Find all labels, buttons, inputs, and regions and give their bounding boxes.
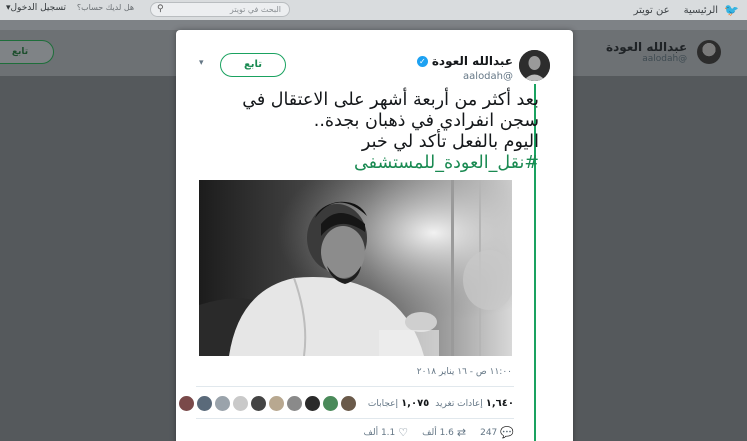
retweet-count: 1.6 ألف xyxy=(422,427,454,438)
retweets-stat[interactable]: ١,٦٤٠إعادات تغريد xyxy=(435,398,514,409)
liker-avatar[interactable] xyxy=(322,395,338,411)
background-avatar[interactable] xyxy=(697,40,721,64)
background-follow-button[interactable]: تابع xyxy=(0,40,54,64)
liker-avatar[interactable] xyxy=(232,395,248,411)
liker-avatar[interactable] xyxy=(214,395,230,411)
author-name[interactable]: عبدالله العودة xyxy=(432,54,513,68)
twitter-bird-icon[interactable]: 🐦 xyxy=(724,3,739,17)
divider xyxy=(196,386,514,387)
liker-avatar[interactable] xyxy=(304,395,320,411)
heart-icon[interactable]: ♡ xyxy=(398,426,408,439)
tweet-modal: عبدالله العودة ✓ @aalodah تابع ▾ بعد أكث… xyxy=(176,30,573,441)
hashtag-link[interactable]: #نقل_العودة_للمستشفى xyxy=(196,153,539,174)
nav-about[interactable]: عن تويتر xyxy=(634,5,670,16)
liker-avatar[interactable] xyxy=(196,395,212,411)
reply-action[interactable]: 💬 247 xyxy=(480,426,514,439)
background-profile-name[interactable]: عبدالله العودة xyxy=(606,40,687,54)
search-input[interactable]: البحث في تويتر ⚲ xyxy=(150,2,290,17)
tweet-line: بعد أكثر من أربعة أشهر على الاعتقال في xyxy=(242,90,539,110)
retweet-icon[interactable]: ⇄ xyxy=(457,426,466,439)
likes-stat[interactable]: ١,٠٧٥إعجابات xyxy=(368,398,429,409)
search-icon[interactable]: ⚲ xyxy=(157,4,164,14)
reply-icon[interactable]: 💬 xyxy=(500,426,514,439)
tweet-actions: 💬 247 ⇄ 1.6 ألف ♡ 1.1 ألف xyxy=(196,426,514,439)
background-profile-handle: @aalodah xyxy=(642,54,688,64)
tweet-stats: ١,٦٤٠إعادات تغريد ١,٠٧٥إعجابات xyxy=(178,392,514,414)
follow-button[interactable]: تابع xyxy=(220,53,286,77)
reply-count: 247 xyxy=(480,427,498,438)
retweets-label: إعادات تغريد xyxy=(435,398,483,409)
retweet-action[interactable]: ⇄ 1.6 ألف xyxy=(422,426,466,439)
tweet-line: اليوم بالفعل تأكد لي خبر xyxy=(361,132,539,152)
author-info: عبدالله العودة ✓ @aalodah xyxy=(416,50,513,82)
profile-banner xyxy=(0,20,747,30)
liker-avatar[interactable] xyxy=(340,395,356,411)
verified-badge-icon: ✓ xyxy=(416,55,428,67)
liker-avatar[interactable] xyxy=(286,395,302,411)
retweets-count: ١,٦٤٠ xyxy=(485,397,514,409)
liker-avatar[interactable] xyxy=(268,395,284,411)
likes-label: إعجابات xyxy=(367,398,399,409)
login-link[interactable]: تسجيل الدخول▾ xyxy=(6,3,66,13)
like-action[interactable]: ♡ 1.1 ألف xyxy=(364,426,409,439)
liker-avatar[interactable] xyxy=(250,395,266,411)
author-handle[interactable]: @aalodah xyxy=(417,71,513,82)
search-placeholder: البحث في تويتر xyxy=(229,5,281,14)
tweet-timestamp[interactable]: ١١:٠٠ ص - ١٦ يناير ٢٠١٨ xyxy=(366,367,512,377)
liker-avatar[interactable] xyxy=(178,395,194,411)
likers-avatars xyxy=(178,395,356,411)
nav-home[interactable]: الرئيسية xyxy=(684,5,718,16)
background-profile-info: عبدالله العودة @aalodah xyxy=(606,40,687,64)
login-prompt: هل لديك حساب؟ xyxy=(76,3,135,12)
login-area: هل لديك حساب؟ تسجيل الدخول▾ xyxy=(6,3,134,13)
divider xyxy=(196,418,514,419)
avatar[interactable] xyxy=(519,50,550,81)
tweet-line: سجن انفرادي في ذهبان بجدة.. xyxy=(313,111,539,131)
chevron-down-icon[interactable]: ▾ xyxy=(199,58,204,68)
likes-count: ١,٠٧٥ xyxy=(401,397,430,409)
tweet-text: بعد أكثر من أربعة أشهر على الاعتقال في س… xyxy=(196,90,539,174)
tweet-photo[interactable] xyxy=(199,180,512,356)
like-count: 1.1 ألف xyxy=(363,427,396,438)
